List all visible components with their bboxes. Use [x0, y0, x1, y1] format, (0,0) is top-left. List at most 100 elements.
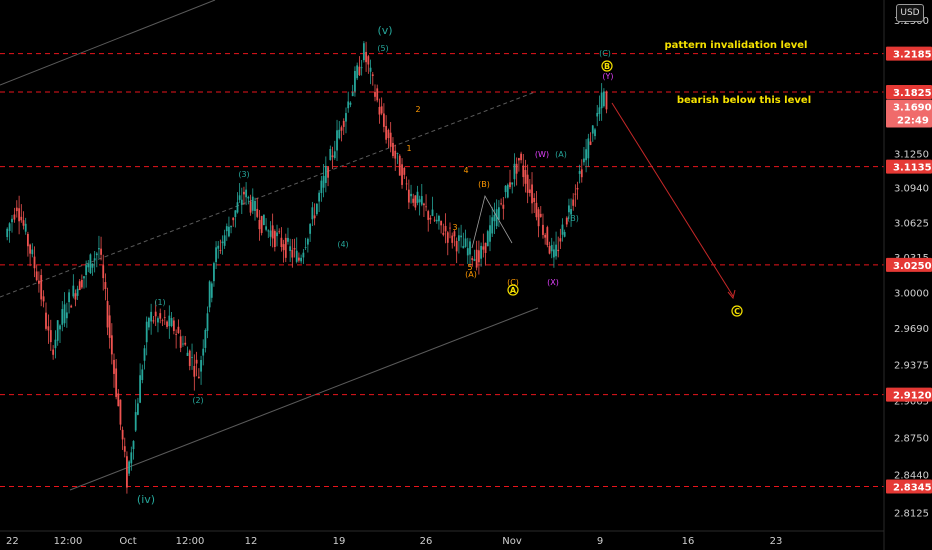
candle-body — [528, 189, 531, 193]
time-tick-label: 12:00 — [176, 536, 205, 547]
time-tick-label: 9 — [597, 536, 603, 547]
candle-body — [247, 196, 250, 199]
candle-body — [561, 224, 564, 235]
candle-body — [52, 349, 55, 355]
candle-body — [345, 113, 347, 122]
candle — [315, 203, 318, 216]
candle-body — [188, 350, 191, 366]
candle-body — [435, 219, 438, 222]
candle-body — [113, 359, 115, 374]
candle-body — [533, 198, 536, 202]
candle-body — [219, 250, 222, 251]
candle-body — [106, 301, 109, 328]
current-price-tag: 3.1690 22:49 — [886, 99, 932, 128]
candle-body — [539, 213, 542, 217]
candle-body — [159, 313, 162, 319]
candle-body — [493, 214, 496, 222]
candle-body — [22, 220, 25, 226]
price-tag-text: 3.0250 — [893, 261, 932, 272]
candle-body — [329, 149, 332, 160]
candle-body — [282, 244, 285, 251]
candle-body — [515, 163, 518, 174]
currency-button[interactable]: USD — [896, 4, 924, 22]
candle-body — [484, 242, 487, 253]
candle-body — [315, 203, 318, 215]
candle-body — [267, 230, 270, 232]
candle-body — [137, 403, 139, 415]
candle — [128, 460, 130, 476]
candle-body — [389, 132, 392, 147]
candle-body — [29, 244, 31, 254]
candle-body — [161, 320, 164, 322]
annotation-note: pattern invalidation level — [665, 40, 808, 51]
candle-body — [40, 275, 43, 300]
candle-body — [251, 196, 254, 211]
candle-body — [394, 150, 397, 159]
candle-body — [574, 193, 577, 195]
candle-body — [59, 325, 61, 330]
candle-body — [453, 231, 456, 237]
candle-body — [204, 329, 207, 348]
candle-body — [589, 141, 592, 145]
candle-body — [466, 248, 469, 256]
candle-body — [213, 263, 215, 282]
time-tick-label: 12:00 — [54, 536, 83, 547]
candle-body — [342, 120, 345, 127]
candle-body — [548, 245, 551, 254]
candle-body — [293, 247, 296, 250]
candle — [262, 214, 265, 226]
candle-body — [166, 321, 168, 327]
wave-label: (C) — [599, 49, 611, 58]
candle-body — [177, 326, 180, 334]
candle-body — [380, 106, 383, 114]
candle-body — [306, 238, 309, 245]
candle-body — [170, 318, 173, 327]
candle-body — [95, 253, 98, 256]
candle-body — [119, 399, 122, 425]
candle-body — [457, 235, 460, 241]
candle-body — [284, 237, 287, 258]
candle-body — [221, 241, 224, 244]
candle-body — [387, 129, 390, 138]
candle-body — [210, 283, 213, 298]
price-tick-label: 2.8125 — [894, 509, 929, 520]
candle-body — [531, 184, 533, 204]
candle-body — [385, 126, 388, 140]
candle-body — [152, 320, 155, 322]
candle — [506, 183, 509, 199]
candle-body — [568, 205, 570, 213]
candle-body — [418, 199, 421, 203]
candle-body — [320, 180, 323, 194]
candle-body — [72, 285, 75, 297]
candle-body — [56, 320, 59, 341]
candle-body — [256, 208, 259, 217]
candle-body — [553, 249, 555, 258]
candle-body — [559, 238, 562, 242]
candle-body — [230, 225, 232, 228]
candle-body — [148, 317, 150, 328]
candle-body — [83, 276, 85, 279]
candle-body — [11, 218, 13, 223]
candle — [362, 41, 365, 63]
candle-body — [61, 309, 64, 325]
candle-body — [414, 195, 417, 208]
level-price-tag: 3.1825 — [886, 85, 932, 99]
price-tick-label: 3.0000 — [894, 289, 929, 300]
time-tick-label: Oct — [119, 536, 136, 547]
candle-body — [367, 56, 370, 65]
candle-body — [175, 334, 178, 335]
candle-body — [304, 247, 307, 248]
price-tag-text: 3.2185 — [893, 50, 932, 61]
candle-body — [517, 158, 520, 161]
candle-body — [535, 202, 538, 218]
price-chart[interactable]: (iv)(v)(1)(2)(3)(4)(5)12345(A)(B)(C)(W)(… — [0, 0, 932, 550]
candle-body — [42, 296, 45, 302]
price-tick-label: 2.8750 — [894, 434, 929, 445]
candle-body — [572, 199, 575, 206]
candle-body — [195, 359, 198, 364]
candle-body — [425, 206, 427, 208]
candle-body — [412, 198, 415, 203]
candle-body — [24, 223, 27, 232]
price-tick-label: 2.9690 — [894, 324, 929, 335]
candle-body — [311, 207, 314, 220]
